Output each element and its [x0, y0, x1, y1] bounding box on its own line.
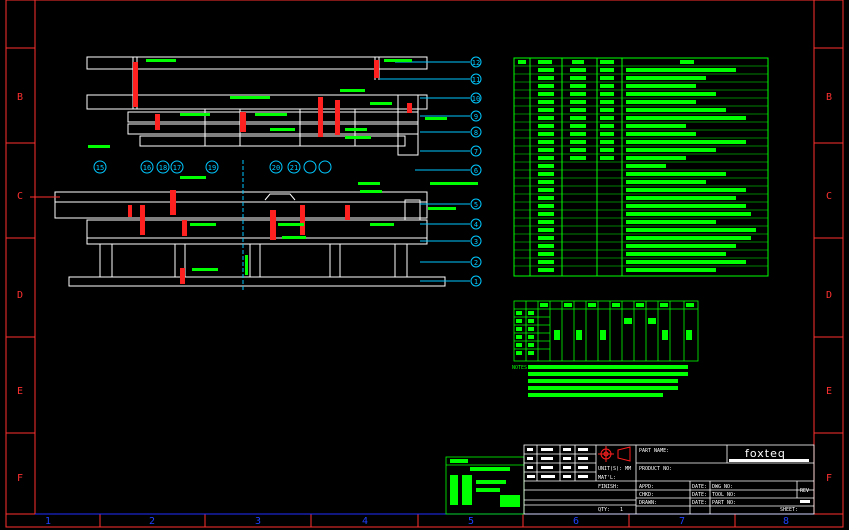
col-label-5: 5 [468, 516, 474, 527]
date-label-1: DATE: [692, 484, 707, 490]
projection-symbol [598, 446, 631, 462]
unit-label: UNIT(S): MM [598, 466, 631, 472]
top-callout-g: 21 [290, 164, 298, 172]
callout-2: 2 [474, 259, 478, 267]
row-label-e-left: E [17, 386, 23, 397]
rev-label: REV [800, 488, 809, 494]
part-name-label: PART NAME: [639, 448, 669, 454]
company-logo-text: foxteq [745, 447, 786, 460]
top-callout-b: 16 [143, 164, 151, 172]
col-label-3: 3 [255, 516, 261, 527]
row-label-f-right: F [826, 473, 832, 484]
mold-assembly [30, 56, 446, 290]
col-label-1: 1 [45, 516, 51, 527]
row-label-c-left: C [17, 191, 23, 202]
sheet-label: SHEET: [780, 507, 798, 513]
cad-drawing: B B C C D D E E F F 1 2 3 4 5 6 7 8 12 1… [5, 0, 844, 528]
callout-4: 4 [474, 221, 478, 229]
date-label-3: DATE: [692, 500, 707, 506]
row-label-b-right: B [826, 92, 832, 103]
qty-value: 1 [620, 507, 623, 513]
bom-content [518, 60, 756, 272]
qty-label: QTY: [598, 507, 610, 513]
callout-3: 3 [474, 238, 478, 246]
date-label-2: DATE: [692, 492, 707, 498]
row-label-d-left: D [17, 290, 23, 301]
top-callout-c: 18 [159, 164, 167, 172]
revision-content [450, 459, 520, 507]
callout-11: 11 [472, 76, 480, 84]
col-label-7: 7 [679, 516, 685, 527]
top-callout-a: 15 [96, 164, 104, 172]
col-label-4: 4 [362, 516, 368, 527]
tool-no-label: TOOL NO: [712, 492, 736, 498]
row-label-e-right: E [826, 386, 832, 397]
callout-1: 1 [474, 278, 478, 286]
row-label-b-left: B [17, 92, 23, 103]
product-no-label: PRODUCT NO: [639, 466, 672, 472]
red-screws [128, 60, 412, 284]
finish-label: FINISH: [598, 484, 619, 490]
top-callout-e: 19 [208, 164, 216, 172]
callout-8: 8 [474, 129, 478, 137]
row-label-d-right: D [826, 290, 832, 301]
company-subtitle [729, 459, 809, 462]
callout-10: 10 [472, 95, 480, 103]
callout-6: 6 [474, 167, 478, 175]
callout-5: 5 [474, 201, 478, 209]
callout-9: 9 [474, 113, 478, 121]
top-callout-f: 20 [272, 164, 280, 172]
notes-label: NOTES: [512, 365, 530, 371]
col-label-8: 8 [783, 516, 789, 527]
dwg-no-label: DWG NO: [712, 484, 733, 490]
part-no-label: PART NO: [712, 500, 736, 506]
callout-7: 7 [474, 148, 478, 156]
appd-label: APPD: [639, 484, 654, 490]
drawn-label: DRAWN: [639, 500, 657, 506]
rev-revision-lines [800, 500, 810, 503]
col-label-6: 6 [573, 516, 579, 527]
row-label-f-left: F [17, 473, 23, 484]
row-label-c-right: C [826, 191, 832, 202]
matl-label: MAT'L: [598, 475, 616, 481]
callout-12: 12 [472, 59, 480, 67]
notes-block: NOTES: [512, 365, 688, 397]
col-label-2: 2 [149, 516, 155, 527]
top-callout-d: 17 [173, 164, 181, 172]
chkd-label: CHKD: [639, 492, 654, 498]
spec-table-content [516, 303, 694, 355]
